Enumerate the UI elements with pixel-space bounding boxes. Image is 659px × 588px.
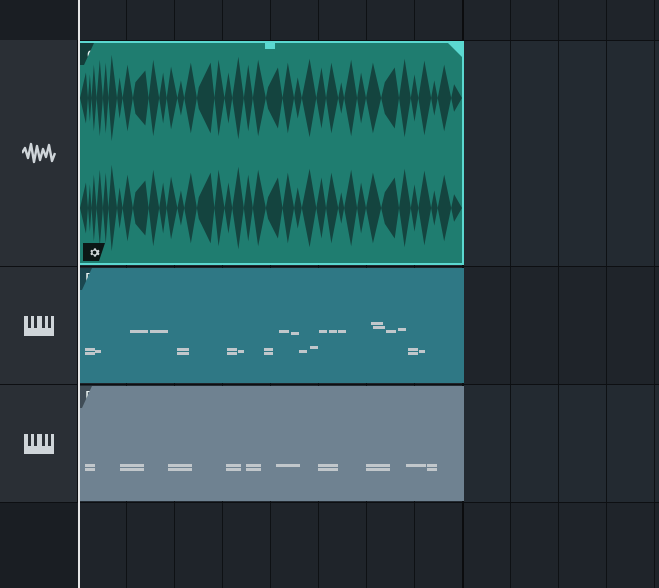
midi-note[interactable]: [85, 464, 95, 467]
midi-note[interactable]: [319, 330, 327, 333]
midi-note[interactable]: [168, 468, 192, 471]
midi-note[interactable]: [427, 468, 437, 471]
clip-name: Battery 4: [85, 271, 149, 289]
track-header-midi[interactable]: [0, 267, 78, 384]
midi-note[interactable]: [264, 348, 273, 351]
gridline: [654, 0, 655, 588]
track-divider: [0, 502, 659, 503]
track-divider: [0, 266, 659, 267]
midi-note[interactable]: [246, 468, 261, 471]
midi-note[interactable]: [371, 322, 383, 325]
midi-note[interactable]: [427, 464, 437, 467]
playhead[interactable]: [78, 0, 80, 588]
midi-clip[interactable]: Plesence: [78, 386, 464, 501]
clip-name-bg: Plesence: [78, 386, 92, 408]
midi-note[interactable]: [177, 348, 189, 351]
gridline: [606, 0, 607, 588]
midi-note[interactable]: [310, 346, 318, 349]
midi-note[interactable]: [398, 328, 406, 331]
midi-note[interactable]: [329, 330, 337, 333]
arranger-view[interactable]: gh2_drm100_alientalk_ful Battery 4 Plese…: [0, 0, 659, 588]
midi-note[interactable]: [318, 468, 338, 471]
clip-end-handle[interactable]: [448, 43, 462, 57]
midi-note[interactable]: [246, 464, 261, 467]
clip-name: Plesence: [85, 389, 151, 407]
midi-note[interactable]: [226, 468, 241, 471]
midi-note[interactable]: [120, 464, 144, 467]
midi-note[interactable]: [150, 330, 168, 333]
midi-note[interactable]: [226, 464, 241, 467]
midi-note[interactable]: [85, 352, 95, 355]
piano-icon: [24, 316, 54, 336]
gear-icon: [89, 247, 100, 258]
clip-loop-marker[interactable]: [265, 43, 275, 49]
midi-note[interactable]: [408, 348, 418, 351]
midi-note[interactable]: [120, 468, 144, 471]
midi-note[interactable]: [318, 464, 338, 467]
lane[interactable]: [78, 503, 659, 588]
midi-note[interactable]: [366, 464, 390, 467]
lane[interactable]: [78, 0, 659, 40]
waveform-icon: [22, 142, 56, 164]
track-gutter: [0, 0, 78, 588]
midi-note[interactable]: [264, 352, 273, 355]
midi-note[interactable]: [177, 352, 189, 355]
midi-note[interactable]: [386, 330, 396, 333]
midi-clip[interactable]: Battery 4: [78, 268, 464, 383]
midi-note[interactable]: [130, 330, 148, 333]
midi-note[interactable]: [168, 464, 192, 467]
midi-note[interactable]: [291, 332, 299, 335]
midi-note[interactable]: [227, 352, 237, 355]
midi-note[interactable]: [299, 350, 307, 353]
midi-note[interactable]: [95, 350, 101, 353]
track-header-midi[interactable]: [0, 385, 78, 502]
midi-note[interactable]: [227, 348, 237, 351]
track-header-audio[interactable]: [0, 40, 78, 266]
midi-note[interactable]: [419, 350, 425, 353]
clip-name-bg: Battery 4: [78, 268, 92, 290]
midi-note[interactable]: [279, 330, 289, 333]
midi-note[interactable]: [406, 464, 426, 467]
piano-icon: [24, 434, 54, 454]
midi-note[interactable]: [373, 326, 385, 329]
midi-note[interactable]: [238, 350, 244, 353]
track-divider: [0, 384, 659, 385]
gridline: [558, 0, 559, 588]
midi-note[interactable]: [85, 468, 95, 471]
midi-note[interactable]: [408, 352, 418, 355]
audio-clip[interactable]: gh2_drm100_alientalk_ful: [78, 41, 464, 265]
midi-note[interactable]: [366, 468, 390, 471]
midi-note[interactable]: [338, 330, 346, 333]
midi-note[interactable]: [276, 464, 300, 467]
midi-note[interactable]: [85, 348, 95, 351]
waveform-display: [80, 43, 462, 263]
gridline: [510, 0, 511, 588]
